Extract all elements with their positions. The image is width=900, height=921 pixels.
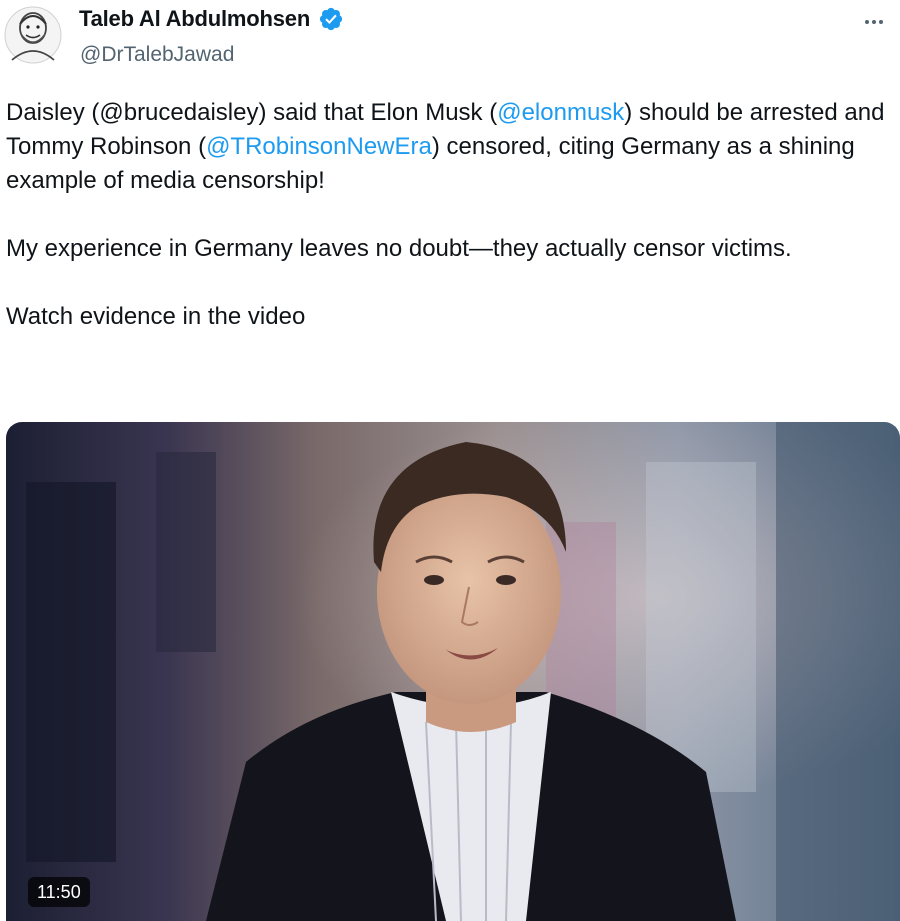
mention-trobinsonnewera[interactable]: @TRobinsonNewEra	[206, 133, 432, 160]
tweet[interactable]: Taleb Al Abdulmohsen @DrTalebJawad Daisl…	[0, 0, 900, 921]
tweet-paragraph-1: Daisley (@brucedaisley) said that Elon M…	[6, 96, 886, 198]
author-name-row: Taleb Al Abdulmohsen	[79, 6, 344, 32]
author-handle[interactable]: @DrTalebJawad	[80, 43, 234, 67]
text-segment: Daisley (@brucedaisley) said that Elon M…	[6, 99, 498, 126]
tweet-paragraph-2: My experience in Germany leaves no doubt…	[6, 235, 792, 262]
video-thumbnail	[6, 422, 900, 921]
author-display-name[interactable]: Taleb Al Abdulmohsen	[79, 6, 310, 32]
avatar[interactable]	[4, 4, 62, 66]
mention-elonmusk[interactable]: @elonmusk	[497, 99, 624, 126]
video-duration-badge: 11:50	[28, 877, 90, 907]
more-options-icon[interactable]	[860, 14, 888, 30]
tweet-paragraph-3: Watch evidence in the video	[6, 303, 306, 330]
video-player[interactable]: 11:50	[6, 422, 900, 921]
tweet-text: Daisley (@brucedaisley) said that Elon M…	[6, 96, 886, 334]
verified-badge-icon	[319, 7, 343, 31]
